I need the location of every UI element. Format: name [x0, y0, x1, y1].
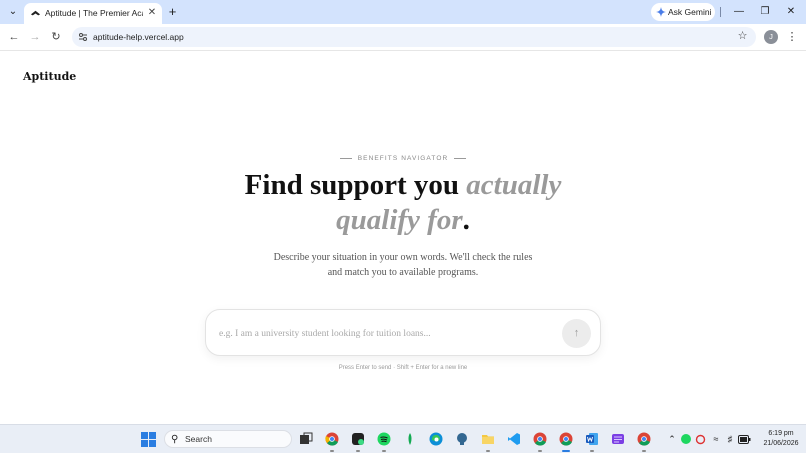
tab-search-chevron-icon[interactable]: ⌄	[6, 5, 20, 19]
mongodb-icon[interactable]	[403, 432, 417, 446]
eyebrow: BENEFITS NAVIGATOR	[0, 146, 806, 164]
chrome-profile-4-icon[interactable]	[637, 432, 651, 446]
running-indicator	[356, 450, 360, 452]
chrome-icon[interactable]	[325, 432, 339, 446]
spotify-tray-icon[interactable]	[681, 434, 691, 444]
taskbar-search[interactable]: ⚲ Search	[164, 430, 292, 448]
running-indicator	[382, 450, 386, 452]
minimize-icon[interactable]: —	[731, 4, 747, 20]
profile-avatar[interactable]: J	[764, 30, 778, 44]
tab-title: Aptitude | The Premier Academic	[45, 8, 143, 18]
postgresql-icon[interactable]	[455, 432, 469, 446]
sync-tray-icon[interactable]	[695, 434, 706, 445]
brand-logo[interactable]: Aptitude	[23, 70, 76, 83]
chrome-profile-2-icon[interactable]	[533, 432, 547, 446]
headline-plain: Find support you	[244, 169, 467, 201]
running-indicator	[590, 450, 594, 452]
windows-start-icon[interactable]	[141, 432, 156, 447]
chat-app-icon[interactable]	[351, 432, 365, 446]
active-indicator	[562, 450, 570, 452]
tray-overflow-chevron-icon[interactable]: ⌃	[666, 432, 678, 446]
search-icon: ⚲	[171, 434, 179, 445]
send-button[interactable]: ↑	[562, 319, 591, 348]
edge-icon[interactable]	[429, 432, 443, 446]
running-indicator	[330, 450, 334, 452]
situation-input[interactable]	[219, 325, 549, 342]
tab-close-icon[interactable]: ✕	[146, 7, 158, 19]
arrow-up-icon: ↑	[573, 327, 580, 339]
task-view-icon[interactable]	[299, 432, 313, 446]
eyebrow-line-right	[454, 158, 467, 159]
ask-gemini-button[interactable]: Ask Gemini	[651, 3, 715, 21]
taskbar: ⚲ Search ⌃ ≈ ♯ 6:19 pm 21/06/2026	[0, 424, 806, 453]
headline-emphasis-actually: actually	[466, 169, 562, 201]
browser-menu-icon[interactable]: ⋮	[786, 29, 798, 45]
reload-icon[interactable]: ↻	[48, 29, 64, 45]
spotify-icon[interactable]	[377, 432, 391, 446]
prompt-container: ↑	[205, 309, 601, 356]
browser-toolbar: ← → ↻ aptitude-help.vercel.app ☆ J ⋮	[0, 24, 806, 51]
chrome-profile-3-icon[interactable]	[559, 432, 573, 446]
eyebrow-line-left	[339, 158, 352, 159]
file-explorer-icon[interactable]	[481, 432, 495, 446]
word-icon[interactable]	[585, 432, 599, 446]
forward-arrow-icon[interactable]: →	[27, 29, 43, 45]
eyebrow-text: BENEFITS NAVIGATOR	[357, 155, 449, 162]
site-settings-icon[interactable]	[78, 32, 88, 42]
page-headline: Find support you actually qualify for.	[0, 168, 806, 238]
ask-gemini-label: Ask Gemini	[668, 7, 712, 17]
address-bar[interactable]: aptitude-help.vercel.app ☆	[72, 27, 756, 47]
taskbar-clock[interactable]: 6:19 pm 21/06/2026	[758, 429, 804, 449]
clipchamp-icon[interactable]	[611, 432, 625, 446]
bookmark-star-icon[interactable]: ☆	[736, 30, 749, 43]
headline-period: .	[462, 204, 470, 236]
wifi-icon[interactable]: ≈	[710, 432, 722, 446]
headline-emphasis-qualify: qualify for	[336, 204, 463, 236]
browser-tab-strip: ⌄ Aptitude | The Premier Academic ✕ + As…	[0, 0, 806, 24]
new-tab-plus-icon[interactable]: +	[166, 5, 179, 18]
window-close-icon[interactable]: ✕	[783, 4, 799, 20]
taskbar-search-label: Search	[185, 434, 212, 444]
running-indicator	[486, 450, 490, 452]
back-arrow-icon[interactable]: ←	[6, 29, 22, 45]
running-indicator	[642, 450, 646, 452]
gemini-sparkle-icon	[656, 7, 666, 17]
volume-icon[interactable]: ♯	[724, 432, 736, 446]
restore-icon[interactable]: ❐	[757, 4, 773, 20]
tab-strip-divider	[720, 7, 721, 17]
running-indicator	[538, 450, 542, 452]
url-text: aptitude-help.vercel.app	[93, 32, 184, 42]
clock-time: 6:19 pm	[768, 430, 794, 437]
browser-tab-aptitude[interactable]: Aptitude | The Premier Academic ✕	[24, 3, 162, 24]
aptitude-favicon-icon	[30, 10, 41, 16]
vscode-icon[interactable]	[507, 432, 521, 446]
clock-date: 21/06/2026	[763, 440, 799, 447]
battery-icon[interactable]	[738, 435, 751, 444]
page-subtitle: Describe your situation in your own word…	[273, 252, 533, 278]
keyboard-hint: Press Enter to send · Shift + Enter for …	[338, 365, 468, 371]
